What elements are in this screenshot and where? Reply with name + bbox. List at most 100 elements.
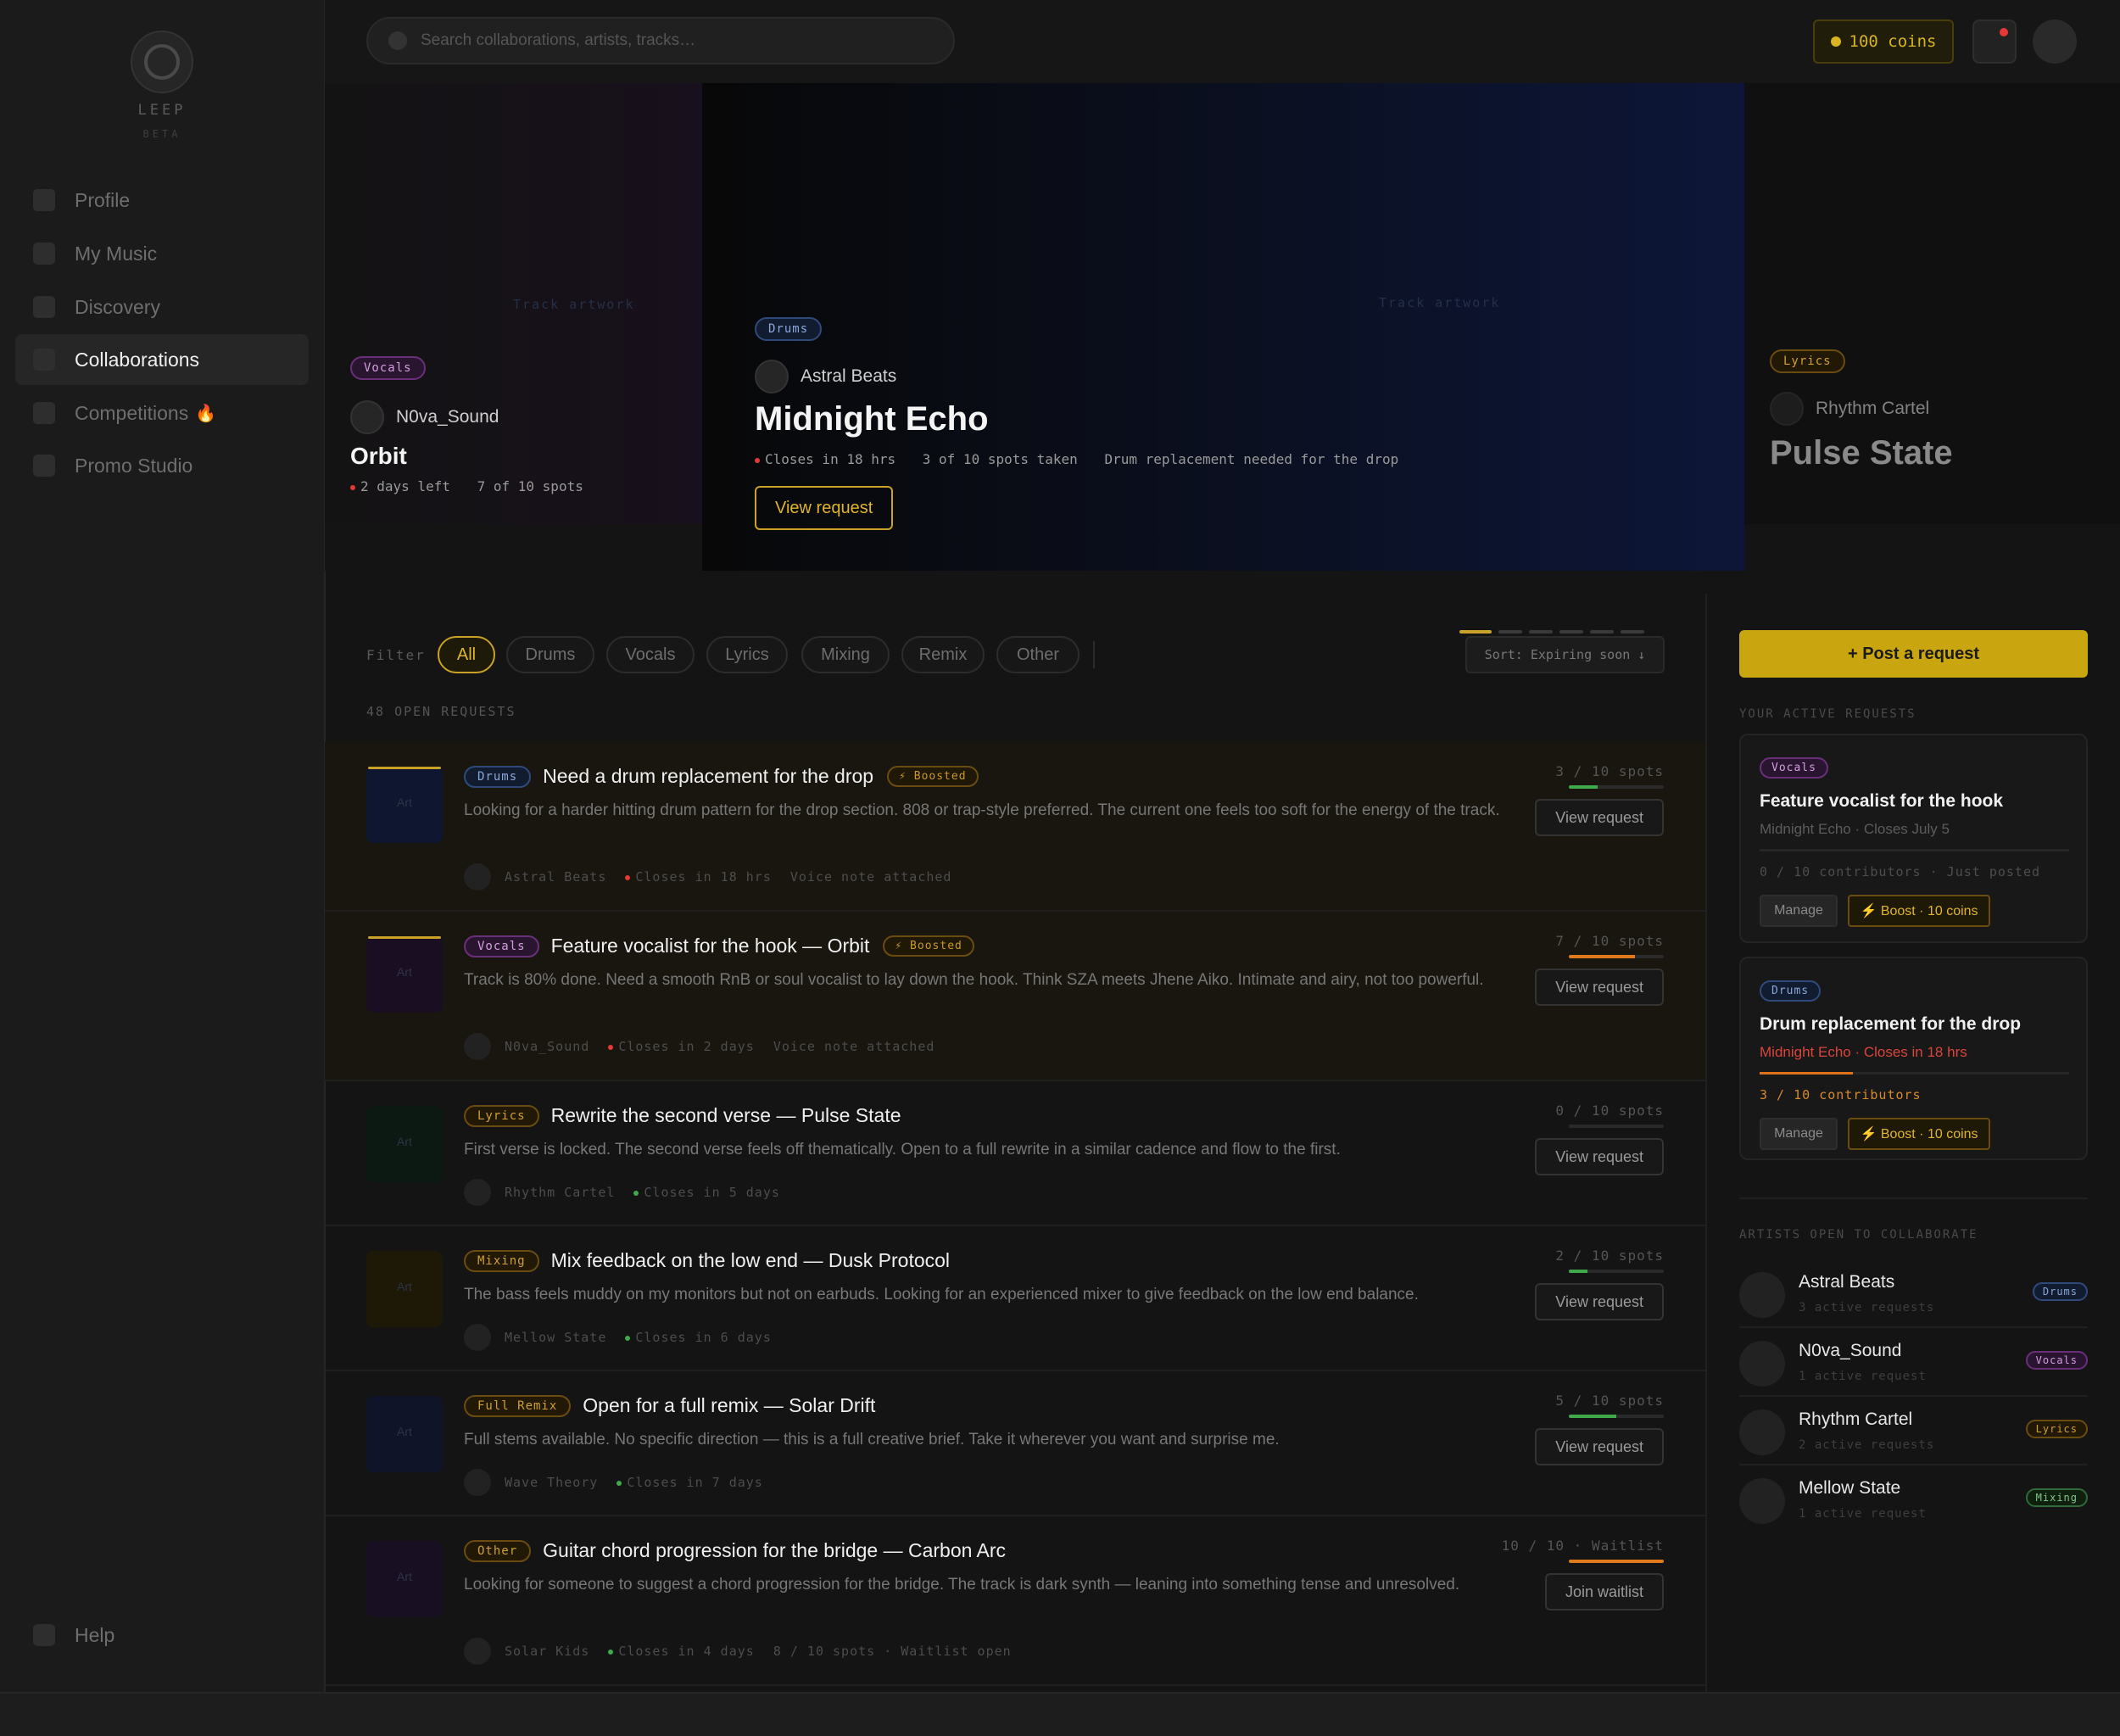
avatar <box>1770 392 1804 426</box>
category-tag: Drums <box>464 765 532 788</box>
category-tag: Vocals <box>464 935 539 957</box>
sort-dropdown[interactable]: Sort: Expiring soon ↓ <box>1465 636 1665 673</box>
request-title[interactable]: Rewrite the second verse — Pulse State <box>551 1104 901 1127</box>
category-tag: Lyrics <box>1770 349 1845 373</box>
filter-chip-all[interactable]: All <box>438 636 495 673</box>
request-description: Looking for someone to suggest a chord p… <box>464 1576 1460 1594</box>
track-artwork[interactable]: Art <box>366 936 443 1013</box>
requests-list-section: Filter All Drums Vocals Lyrics Mixing Remix Ot… <box>325 594 1705 1692</box>
status-dot-icon <box>633 1190 639 1196</box>
fire-icon: 🔥 <box>195 404 217 423</box>
manage-button[interactable]: Manage <box>1760 895 1838 927</box>
artist-name[interactable]: Rhythm Cartel <box>505 1185 615 1200</box>
artwork-placeholder: Art <box>397 1570 412 1583</box>
boost-button[interactable]: ⚡ Boost · 10 coins <box>1848 1118 1990 1150</box>
spots-progress-bar <box>1569 1415 1664 1418</box>
search-icon <box>388 31 407 50</box>
request-title[interactable]: Open for a full remix — Solar Drift <box>583 1394 875 1417</box>
sidebar-item-competitions[interactable]: Competitions 🔥 <box>15 388 309 438</box>
filter-chip-other[interactable]: Other <box>996 636 1080 673</box>
artist-chip[interactable]: Astral Beats <box>755 360 896 394</box>
track-artwork[interactable]: Art <box>366 767 443 843</box>
request-header: Lyrics Rewrite the second verse — Pulse … <box>464 1104 901 1127</box>
status-dot-icon <box>608 1044 614 1050</box>
active-request-card[interactable]: Drums Drum replacement for the drop Midn… <box>1739 957 2088 1160</box>
artist-chip[interactable]: N0va_Sound <box>350 400 499 434</box>
request-meta: N0va_Sound Closes in 2 days Voice note a… <box>464 1033 934 1060</box>
request-row[interactable]: Art Lyrics Rewrite the second verse — Pu… <box>325 1081 1705 1226</box>
track-artwork[interactable]: Art <box>366 1251 443 1327</box>
closes-text: Closes in 18 hrs <box>765 451 896 467</box>
category-tag: Mixing <box>464 1249 539 1272</box>
view-request-button[interactable]: View request <box>1535 968 1664 1006</box>
sidebar-item-help[interactable]: Help <box>15 1610 309 1661</box>
spots-progress-fill <box>1569 955 1636 958</box>
avatar <box>464 1324 491 1351</box>
filter-chip-vocals[interactable]: Vocals <box>606 636 695 673</box>
view-request-button[interactable]: View request <box>1535 799 1664 836</box>
spots-count: 2 / 10 spots <box>1555 1248 1664 1264</box>
artist-chip[interactable]: Rhythm Cartel <box>1770 392 1929 426</box>
request-row[interactable]: Art Other Guitar chord progression for t… <box>325 1516 1705 1686</box>
search-input[interactable] <box>419 31 953 51</box>
artist-name[interactable]: Mellow State <box>505 1330 606 1345</box>
artist-name[interactable]: N0va_Sound <box>505 1039 589 1054</box>
artist-list-item[interactable]: Astral Beats 3 active requests Drums <box>1739 1260 2088 1328</box>
search-bar[interactable] <box>366 17 955 64</box>
post-request-button[interactable]: + Post a request <box>1739 630 2088 678</box>
slide-meta: Closes in 18 hrs 3 of 10 spots taken Dru… <box>755 451 1398 467</box>
request-title[interactable]: Feature vocalist for the hook — Orbit <box>551 935 870 957</box>
spots-count: 3 / 10 spots <box>1555 763 1664 779</box>
artist-name[interactable]: Solar Kids <box>505 1644 589 1659</box>
filter-chip-remix[interactable]: Remix <box>901 636 985 673</box>
active-request-card[interactable]: Vocals Feature vocalist for the hook Mid… <box>1739 734 2088 943</box>
request-row[interactable]: Art Mixing Mix feedback on the low end —… <box>325 1226 1705 1371</box>
user-avatar[interactable] <box>2033 20 2077 64</box>
artist-name: Rhythm Cartel <box>1816 399 1930 418</box>
sidebar-item-collaborations[interactable]: Collaborations <box>15 334 309 385</box>
right-panel: + Post a request YOUR ACTIVE REQUESTS Vo… <box>1705 594 2120 1692</box>
carousel-slide-prev[interactable]: Track artwork Vocals N0va_Sound Orbit 2 … <box>325 83 702 524</box>
track-artwork[interactable]: Art <box>366 1396 443 1472</box>
sidebar-item-my-music[interactable]: My Music <box>15 228 309 279</box>
request-meta: Wave Theory Closes in 7 days <box>464 1469 763 1496</box>
request-title[interactable]: Guitar chord progression for the bridge … <box>543 1539 1006 1562</box>
filter-chip-mixing[interactable]: Mixing <box>801 636 890 673</box>
track-artwork[interactable]: Art <box>366 1106 443 1182</box>
artwork-placeholder: Art <box>397 1280 412 1293</box>
request-description: Full stems available. No specific direct… <box>464 1431 1280 1449</box>
artist-list-item[interactable]: Mellow State 1 active request Mixing <box>1739 1466 2088 1534</box>
top-bar: 100 coins <box>325 0 2120 85</box>
track-artwork[interactable]: Art <box>366 1541 443 1617</box>
track-title: Orbit <box>350 443 407 469</box>
artist-name[interactable]: Wave Theory <box>505 1475 598 1490</box>
request-title[interactable]: Mix feedback on the low end — Dusk Proto… <box>551 1249 950 1272</box>
artist-list-item[interactable]: Rhythm Cartel 2 active requests Lyrics <box>1739 1398 2088 1465</box>
logo-icon[interactable] <box>131 31 193 93</box>
artist-name[interactable]: Astral Beats <box>505 869 606 885</box>
sidebar-item-label: Competitions <box>75 401 189 424</box>
sidebar-item-discovery[interactable]: Discovery <box>15 282 309 332</box>
request-row[interactable]: Art Drums Need a drum replacement for th… <box>325 742 1705 912</box>
view-request-button[interactable]: View request <box>1535 1428 1664 1465</box>
view-request-button[interactable]: View request <box>1535 1138 1664 1175</box>
notifications-button[interactable] <box>1972 20 2017 64</box>
request-row[interactable]: Art Vocals Feature vocalist for the hook… <box>325 912 1705 1081</box>
coins-balance[interactable]: 100 coins <box>1813 20 1954 64</box>
carousel-slide-next[interactable]: Lyrics Rhythm Cartel Pulse State <box>1744 83 2120 524</box>
view-request-button[interactable]: View request <box>1535 1283 1664 1320</box>
filter-divider <box>1093 641 1095 668</box>
artwork-placeholder: Art <box>397 1425 412 1438</box>
request-title[interactable]: Need a drum replacement for the drop <box>543 765 873 788</box>
request-row[interactable]: Art Full Remix Open for a full remix — S… <box>325 1371 1705 1516</box>
filter-chip-lyrics[interactable]: Lyrics <box>706 636 788 673</box>
view-request-button[interactable]: View request <box>755 486 894 530</box>
join-waitlist-button[interactable]: Join waitlist <box>1544 1573 1664 1610</box>
active-requests-text: 1 active request <box>1799 1507 1927 1521</box>
boost-button[interactable]: ⚡ Boost · 10 coins <box>1848 895 1990 927</box>
manage-button[interactable]: Manage <box>1760 1118 1838 1150</box>
artist-list-item[interactable]: N0va_Sound 1 active request Vocals <box>1739 1329 2088 1397</box>
sidebar-item-promo-studio[interactable]: Promo Studio <box>15 440 309 491</box>
filter-chip-drums[interactable]: Drums <box>506 636 594 673</box>
sidebar-item-profile[interactable]: Profile <box>15 175 309 226</box>
